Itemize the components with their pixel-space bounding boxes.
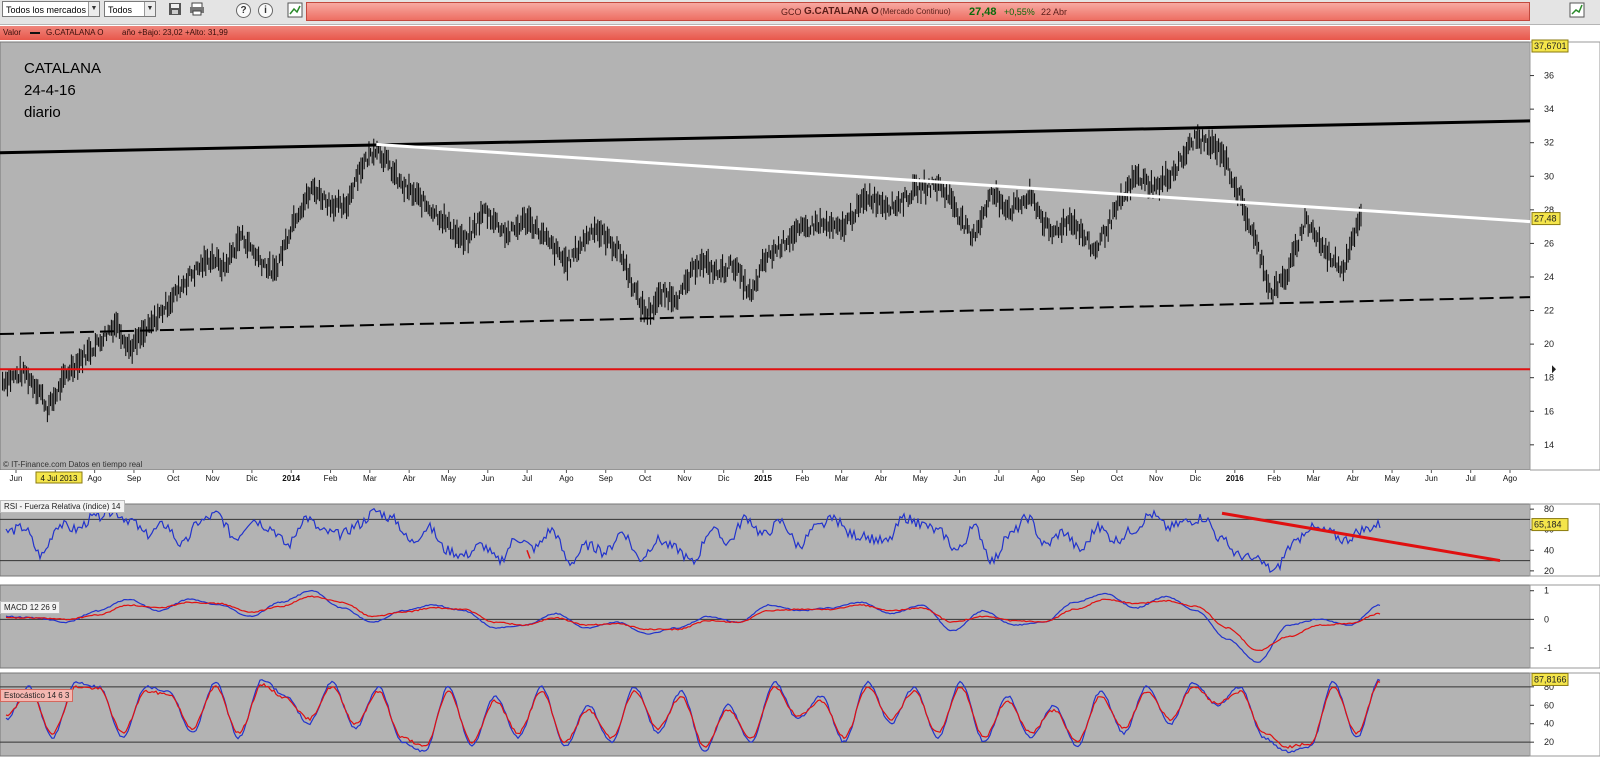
xtick-label: May <box>441 474 456 483</box>
footer-credit: © IT-Finance.com Datos en tiempo real <box>3 460 143 469</box>
price-ytick-label: 34 <box>1544 104 1554 114</box>
annotation-line1: CATALANA <box>24 60 101 77</box>
rsi-last-label: 65,184 <box>1534 520 1562 530</box>
xtick-label: Dic <box>1190 474 1202 483</box>
xtick-label: Nov <box>677 474 691 483</box>
xtick-label: Abr <box>403 474 416 483</box>
xtick-label: Jul <box>994 474 1004 483</box>
xtick-label: Ago <box>1031 474 1046 483</box>
price-ytick-label: 22 <box>1544 306 1554 316</box>
price-ytick-label: 26 <box>1544 238 1554 248</box>
xtick-label: Mar <box>1307 474 1321 483</box>
price-ytick-label: 36 <box>1544 71 1554 81</box>
price-ytick-label: 30 <box>1544 171 1554 181</box>
xtick-label: Feb <box>1267 474 1281 483</box>
rsi-ytick-label: 20 <box>1544 566 1554 576</box>
xtick-label: Jun <box>481 474 494 483</box>
price-ytick-label: 14 <box>1544 440 1554 450</box>
xtick-label: Nov <box>1149 474 1163 483</box>
price-axis-bg <box>1529 41 1600 471</box>
xtick-label: Nov <box>205 474 219 483</box>
xtick-label: Ago <box>559 474 574 483</box>
xtick-label: Mar <box>363 474 377 483</box>
price-ytick-label: 32 <box>1544 138 1554 148</box>
xtick-label: Dic <box>246 474 258 483</box>
date-highlight: 4 Jul 2013 <box>41 474 78 483</box>
stoch-ytick-label: 20 <box>1544 737 1554 747</box>
xtick-label: Feb <box>795 474 809 483</box>
macd-panel-bg <box>0 584 1531 669</box>
annotation-line2: 24-4-16 <box>24 82 76 99</box>
price-ytick-label: 18 <box>1544 373 1554 383</box>
xtick-label: Sep <box>599 474 614 483</box>
stoch-panel-bg <box>0 672 1531 757</box>
macd-ytick-label: 1 <box>1544 586 1549 596</box>
xtick-label: Feb <box>324 474 338 483</box>
xtick-label: Sep <box>1070 474 1085 483</box>
xtick-label: Jun <box>953 474 966 483</box>
xtick-label: Jun <box>1425 474 1438 483</box>
price-ytick-label: 24 <box>1544 272 1554 282</box>
xtick-label: Jun <box>10 474 23 483</box>
xtick-label: Oct <box>639 474 652 483</box>
rsi-axis-bg <box>1529 503 1600 577</box>
xtick-label: Abr <box>1347 474 1360 483</box>
xtick-label: 2015 <box>754 474 772 483</box>
annotation-line3: diario <box>24 104 61 121</box>
chart-canvas: 14161820222426283032343637,670127,48CATA… <box>0 39 1600 757</box>
rsi-panel-title: RSI - Fuerza Relativa (índice) 14 <box>0 500 125 513</box>
xtick-label: Oct <box>1111 474 1124 483</box>
xtick-label: Ago <box>1503 474 1518 483</box>
xtick-label: Abr <box>875 474 888 483</box>
macd-ytick-label: 0 <box>1544 614 1549 624</box>
price-last-label: 27,48 <box>1534 214 1557 224</box>
stoch-last-label: 87,8166 <box>1534 674 1567 684</box>
xtick-label: Jul <box>1466 474 1476 483</box>
rsi-ytick-label: 40 <box>1544 545 1554 555</box>
rsi-ytick-label: 80 <box>1544 504 1554 514</box>
stoch-ytick-label: 40 <box>1544 719 1554 729</box>
xtick-label: Mar <box>835 474 849 483</box>
xtick-label: Dic <box>718 474 730 483</box>
macd-panel-title: MACD 12 26 9 <box>0 601 61 614</box>
xtick-label: May <box>1384 474 1399 483</box>
xtick-label: Sep <box>127 474 142 483</box>
xtick-label: Oct <box>167 474 180 483</box>
xtick-label: Ago <box>88 474 103 483</box>
stochastic-panel-title: Estocástico 14 6 3 <box>0 689 74 702</box>
price-ytick-label: 16 <box>1544 406 1554 416</box>
xtick-label: 2014 <box>282 474 300 483</box>
xtick-label: May <box>913 474 928 483</box>
xtick-label: Jul <box>522 474 532 483</box>
xtick-label: 2016 <box>1226 474 1244 483</box>
price-top-label: 37,6701 <box>1534 41 1567 51</box>
price-ytick-label: 20 <box>1544 339 1554 349</box>
stoch-ytick-label: 60 <box>1544 700 1554 710</box>
macd-ytick-label: -1 <box>1544 643 1552 653</box>
macd-axis-bg <box>1529 584 1600 669</box>
